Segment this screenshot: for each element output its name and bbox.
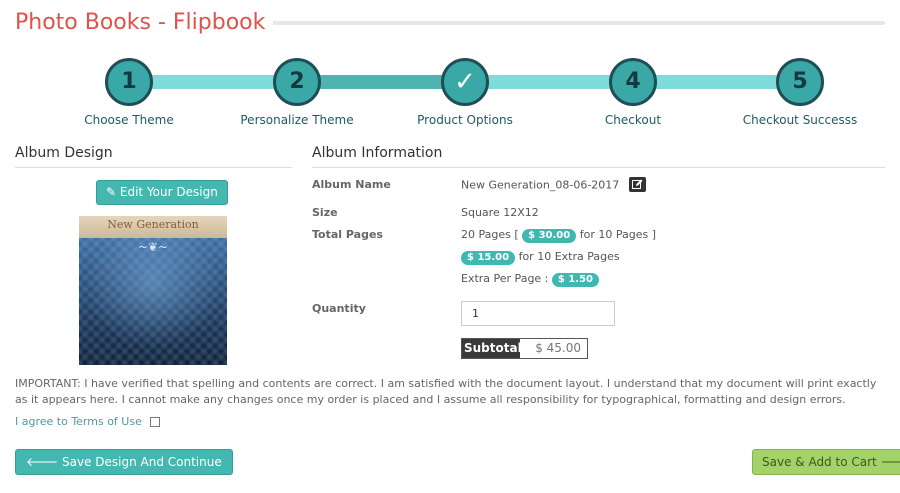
title-divider <box>261 21 885 25</box>
important-notice: IMPORTANT: I have verified that spelling… <box>15 377 877 406</box>
terms-agreement[interactable]: I agree to Terms of Use <box>15 415 160 428</box>
arrow-right-icon: 🡒 <box>880 455 900 469</box>
extra-suffix: for 10 Extra Pages <box>518 250 620 263</box>
size-label: Size <box>312 206 338 219</box>
total-pages-label: Total Pages <box>312 228 383 241</box>
step-checkout-success[interactable]: 5 Checkout Successs <box>730 58 870 127</box>
extra-price-badge: $ 15.00 <box>461 251 516 265</box>
page-header: Photo Books - Flipbook <box>15 8 885 42</box>
subtotal-value: $ 45.00 <box>520 339 587 358</box>
cover-pattern <box>79 238 227 365</box>
subtotal-label: Subtotal <box>462 339 522 358</box>
pages-price-badge: $ 30.00 <box>522 229 577 243</box>
step-product-options[interactable]: ✓ Product Options <box>395 58 535 127</box>
progress-stepper: 1 Choose Theme 2 Personalize Theme ✓ Pro… <box>0 58 900 138</box>
size-value: Square 12X12 <box>461 206 539 219</box>
step-marker: 1 <box>105 58 153 106</box>
add-to-cart-button[interactable]: Save & Add to Cart 🡒 <box>752 449 900 475</box>
terms-checkbox[interactable] <box>149 416 160 427</box>
edit-design-button[interactable]: ✎ Edit Your Design <box>96 180 228 205</box>
per-page-row: Extra Per Page : $ 1.50 <box>461 272 600 287</box>
step-marker: 4 <box>609 58 657 106</box>
save-design-button[interactable]: 🡐 Save Design And Continue <box>15 449 233 475</box>
step-marker: 5 <box>776 58 824 106</box>
album-design-heading: Album Design <box>15 145 292 168</box>
step-label: Personalize Theme <box>240 113 354 127</box>
terms-link[interactable]: I agree to Terms of Use <box>15 415 142 428</box>
page-title: Photo Books - Flipbook <box>15 10 274 35</box>
step-label: Checkout Successs <box>742 113 858 127</box>
pencil-icon <box>631 179 643 189</box>
step-personalize-theme[interactable]: 2 Personalize Theme <box>227 58 367 127</box>
album-name-value: New Generation_08-06-2017 <box>461 178 620 192</box>
step-marker: 2 <box>273 58 321 106</box>
subtotal-box: Subtotal $ 45.00 <box>461 338 588 359</box>
quantity-input[interactable] <box>461 301 615 326</box>
pages-suffix: for 10 Pages ] <box>579 228 656 241</box>
save-design-label: Save Design And Continue <box>62 455 222 469</box>
album-information-heading: Album Information <box>312 145 885 168</box>
checkmark-icon: ✓ <box>441 58 489 106</box>
album-cover-preview: ~❦~ New Generation <box>79 216 227 365</box>
quantity-label: Quantity <box>312 302 366 315</box>
ornament-icon: ~❦~ <box>137 240 169 254</box>
album-name-row: New Generation_08-06-2017 <box>461 177 646 193</box>
per-page-prefix: Extra Per Page : <box>461 272 549 285</box>
extra-pages-row: $ 15.00 for 10 Extra Pages <box>461 250 620 265</box>
step-label: Checkout <box>604 113 662 127</box>
step-label: Product Options <box>417 113 513 127</box>
edit-name-button[interactable] <box>628 177 646 192</box>
total-pages-row: 20 Pages [ $ 30.00 for 10 Pages ] <box>461 228 656 243</box>
edit-design-label: Edit Your Design <box>119 185 218 199</box>
add-to-cart-label: Save & Add to Cart <box>762 455 877 469</box>
per-page-price-badge: $ 1.50 <box>551 273 600 287</box>
step-label: Choose Theme <box>84 113 174 127</box>
arrow-left-icon: 🡐 <box>26 455 59 469</box>
step-choose-theme[interactable]: 1 Choose Theme <box>59 58 199 127</box>
album-name-label: Album Name <box>312 178 391 191</box>
edit-icon: ✎ <box>106 185 117 199</box>
step-checkout[interactable]: 4 Checkout <box>563 58 703 127</box>
cover-title: New Generation <box>107 218 199 231</box>
pages-prefix: 20 Pages [ <box>461 228 519 241</box>
